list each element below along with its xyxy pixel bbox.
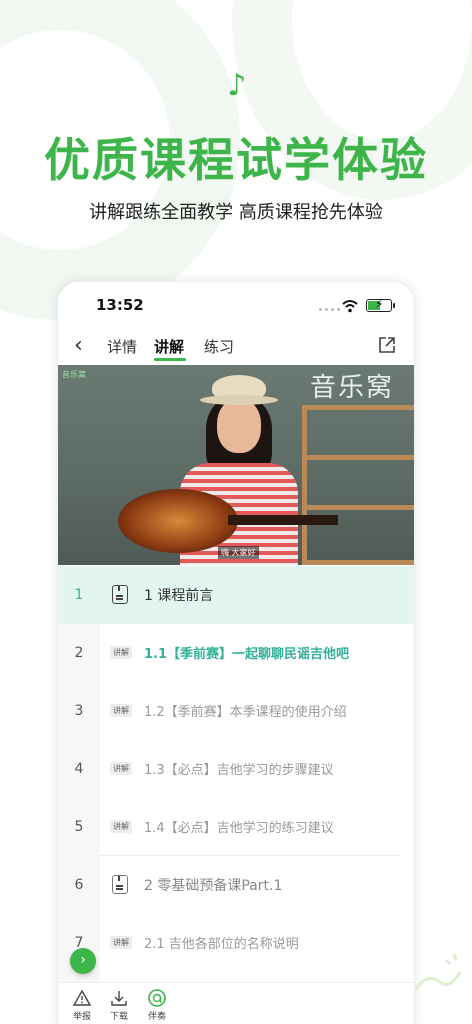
row-number: 5 <box>74 819 84 835</box>
lesson-row[interactable]: 4 讲解 1.3【必点】吉他学习的步骤建议 <box>58 740 414 798</box>
row-title: 1.2【季前赛】本季课程的使用介绍 <box>144 705 347 720</box>
chapter-doc-icon <box>112 875 128 894</box>
status-time: 13:52 <box>96 296 144 314</box>
status-bar: 13:52 ⚡ <box>58 282 414 328</box>
share-icon[interactable] <box>378 336 396 354</box>
warning-icon <box>73 989 91 1006</box>
row-title: 1 课程前言 <box>144 588 214 604</box>
row-title: 2.1 吉他各部位的名称说明 <box>144 937 299 952</box>
row-title: 2 零基础预备课Part.1 <box>144 878 283 894</box>
phone-mockup: 13:52 ⚡ ‹ 详情 讲解 练习 音乐窝 音乐窝 嗨 大家好 1 1 课程前… <box>57 281 415 1024</box>
wifi-icon <box>342 300 358 313</box>
row-number: 4 <box>74 761 84 777</box>
expand-arrow-button[interactable]: › <box>70 948 96 974</box>
row-title: 1.1【季前赛】一起聊聊民谣吉他吧 <box>144 647 350 662</box>
lesson-row[interactable]: 7 讲解 2.1 吉他各部位的名称说明 <box>58 914 414 972</box>
row-number: 6 <box>74 877 84 893</box>
tab-active-indicator <box>154 358 186 361</box>
back-icon[interactable]: ‹ <box>74 334 94 358</box>
download-button[interactable]: 下载 <box>104 989 134 1022</box>
row-number: 2 <box>74 645 84 661</box>
report-label: 举报 <box>72 1012 91 1022</box>
download-label: 下载 <box>109 1012 128 1022</box>
video-player[interactable]: 音乐窝 音乐窝 嗨 大家好 <box>58 365 414 565</box>
hero-title: 优质课程试学体验 <box>44 133 428 187</box>
row-tag: 讲解 <box>110 820 132 833</box>
row-tag: 讲解 <box>110 704 132 717</box>
download-icon <box>111 991 127 1006</box>
row-number: 3 <box>74 703 84 719</box>
guitar-body <box>118 489 238 553</box>
bookshelf <box>302 405 414 565</box>
accompaniment-label: 伴奏 <box>147 1012 166 1022</box>
lesson-row[interactable]: 2 讲解 1.1【季前赛】一起聊聊民谣吉他吧 <box>58 624 414 682</box>
row-tag: 讲解 <box>110 762 132 775</box>
guitar-neck <box>228 515 338 525</box>
tab-practice[interactable]: 练习 <box>204 336 234 357</box>
video-logo: 音乐窝 <box>62 370 86 379</box>
wall-sign: 音乐窝 <box>309 373 394 403</box>
report-button[interactable]: 举报 <box>67 989 97 1022</box>
row-title: 1.4【必点】吉他学习的练习建议 <box>144 821 334 836</box>
lesson-row[interactable]: 3 讲解 1.2【季前赛】本季课程的使用介绍 <box>58 682 414 740</box>
chapter-doc-icon <box>112 585 128 604</box>
lesson-row[interactable]: 5 讲解 1.4【必点】吉他学习的练习建议 <box>58 798 414 856</box>
lesson-row[interactable]: 1 1 课程前言 <box>58 566 414 624</box>
bottom-toolbar: 举报 下载 伴奏 <box>58 982 414 1024</box>
lesson-row[interactable]: 6 2 零基础预备课Part.1 <box>58 856 414 914</box>
accompaniment-icon <box>148 989 166 1007</box>
lesson-list: 1 1 课程前言 2 讲解 1.1【季前赛】一起聊聊民谣吉他吧 3 讲解 1.2… <box>58 566 414 982</box>
signal-icon <box>319 308 340 311</box>
top-nav: ‹ 详情 讲解 练习 <box>58 328 414 364</box>
decoration-icon <box>414 953 462 991</box>
row-title: 1.3【必点】吉他学习的步骤建议 <box>144 763 334 778</box>
hero-subtitle: 讲解跟练全面教学 高质课程抢先体验 <box>89 202 383 223</box>
row-tag: 讲解 <box>110 936 132 949</box>
row-tag: 讲解 <box>110 646 132 659</box>
music-note-icon: ♪ <box>227 68 247 103</box>
tab-lecture[interactable]: 讲解 <box>154 336 184 357</box>
battery-icon: ⚡ <box>366 297 395 312</box>
video-subtitle: 嗨 大家好 <box>218 546 259 559</box>
tab-details[interactable]: 详情 <box>107 336 137 357</box>
accompaniment-button[interactable]: 伴奏 <box>142 989 172 1022</box>
row-number: 1 <box>58 566 100 624</box>
